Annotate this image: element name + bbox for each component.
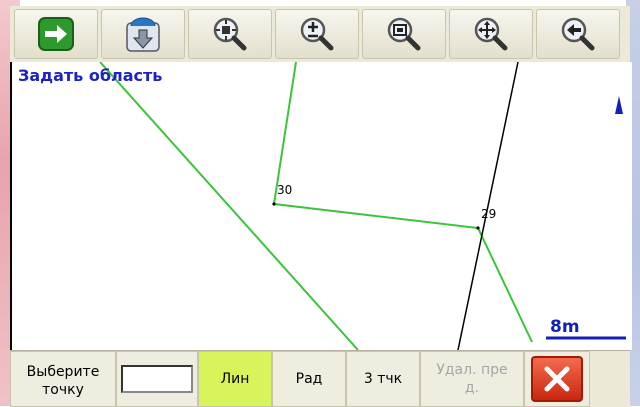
three-points-button[interactable]: 3 тчк	[346, 351, 420, 407]
choose-point-button[interactable]: Выберите точку	[10, 351, 116, 407]
radius-mode-button[interactable]: Рад	[272, 351, 346, 407]
point-marker-29	[476, 226, 480, 230]
point-label-30: 30	[277, 183, 292, 197]
line-mode-button[interactable]: Лин	[198, 351, 272, 407]
map-title: Задать область	[18, 66, 163, 85]
map-canvas[interactable]: 30 29 8m Задать область	[10, 62, 632, 350]
zoom-in-out-button[interactable]	[275, 9, 359, 59]
axis-line	[457, 62, 519, 350]
scale-label: 8m	[550, 317, 580, 337]
close-button[interactable]	[524, 351, 590, 407]
close-icon	[531, 356, 583, 402]
delete-previous-button[interactable]: Удал. пре д.	[420, 351, 524, 407]
zoom-extent-icon	[213, 17, 247, 51]
zoom-window-button[interactable]	[362, 9, 446, 59]
point-marker-30	[272, 202, 276, 206]
next-button[interactable]	[14, 9, 98, 59]
zoom-extent-button[interactable]	[188, 9, 272, 59]
point-label-29: 29	[481, 207, 496, 221]
zoom-window-icon	[387, 17, 421, 51]
point-input[interactable]	[121, 365, 193, 393]
back-icon	[561, 17, 595, 51]
pan-button[interactable]	[449, 9, 533, 59]
next-arrow-icon	[38, 17, 74, 51]
bottom-toolbar: Выберите точку Лин Рад 3 тчк Удал. пре д…	[10, 350, 630, 407]
compass-download-button[interactable]	[101, 9, 185, 59]
back-button[interactable]	[536, 9, 620, 59]
point-input-wrapper	[116, 351, 198, 407]
pan-icon	[474, 17, 508, 51]
map-drawing: 30 29 8m	[99, 62, 626, 350]
north-arrow-icon	[615, 96, 623, 114]
compass-download-icon	[126, 17, 160, 52]
diagonal-line	[99, 62, 359, 350]
zoom-in-out-icon	[300, 17, 334, 51]
toolbar	[10, 6, 630, 63]
